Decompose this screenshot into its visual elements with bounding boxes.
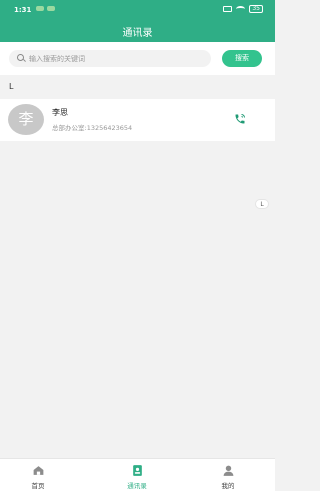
search-input[interactable] bbox=[29, 50, 204, 67]
tab-home[interactable]: 首页 bbox=[8, 459, 68, 491]
contact-subtitle: 总部办公室:13256423654 bbox=[52, 124, 133, 132]
search-bar: 搜索 bbox=[0, 42, 275, 75]
home-icon bbox=[33, 466, 44, 475]
sim-icon bbox=[223, 6, 233, 12]
wifi-icon bbox=[236, 6, 246, 12]
tab-label: 通讯录 bbox=[127, 482, 147, 490]
page-title: 通讯录 bbox=[122, 28, 153, 39]
index-badge[interactable]: L bbox=[255, 199, 269, 209]
tab-label: 首页 bbox=[31, 482, 45, 490]
status-right: 35 bbox=[223, 5, 263, 13]
tab-label: 我的 bbox=[221, 482, 235, 490]
app-root: 1:31 35 通讯录 搜索 L 李 李思 总部办公室:13256423654 bbox=[0, 0, 275, 491]
contact-list-item[interactable]: 李 李思 总部办公室:13256423654 bbox=[0, 99, 275, 141]
status-bar: 1:31 35 bbox=[0, 0, 275, 18]
notification-icon bbox=[47, 6, 55, 11]
contact-name: 李思 bbox=[52, 108, 68, 117]
profile-icon bbox=[223, 465, 234, 476]
contacts-icon bbox=[133, 465, 142, 476]
tab-contacts[interactable]: 通讯录 bbox=[107, 459, 167, 491]
notification-icon bbox=[36, 6, 44, 11]
tab-profile[interactable]: 我的 bbox=[198, 459, 258, 491]
search-button[interactable]: 搜索 bbox=[222, 50, 262, 67]
battery-icon: 35 bbox=[249, 5, 263, 13]
section-header-bg bbox=[0, 75, 275, 99]
avatar: 李 bbox=[8, 104, 44, 135]
bottom-tab-bar: 首页 通讯录 我的 bbox=[0, 458, 275, 491]
search-icon bbox=[17, 54, 24, 61]
section-letter: L bbox=[9, 82, 14, 91]
phone-icon[interactable] bbox=[234, 113, 246, 125]
search-field[interactable] bbox=[9, 50, 211, 67]
notification-icons bbox=[36, 6, 55, 11]
status-time: 1:31 bbox=[14, 6, 32, 14]
header-bar: 1:31 35 通讯录 bbox=[0, 0, 275, 42]
